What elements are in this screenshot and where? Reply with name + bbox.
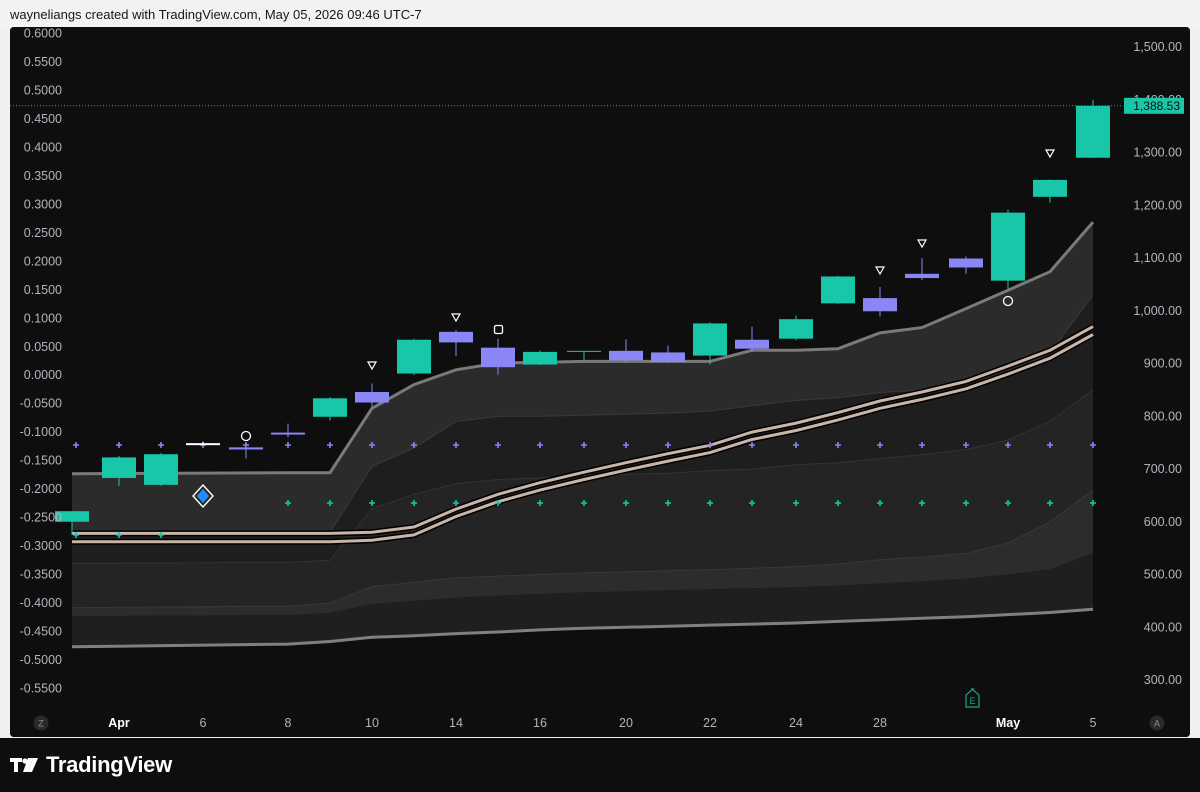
left-axis-tick-label: 0.1000 (24, 311, 62, 325)
x-axis-tick-label: 16 (533, 716, 547, 730)
left-axis-tick-label: 0.4000 (24, 141, 62, 155)
x-axis-tick-label: 28 (873, 716, 887, 730)
caption-bar: wayneliangs created with TradingView.com… (0, 0, 1200, 28)
scale-z-label: Z (38, 719, 44, 729)
left-axis-tick-label: 0.4500 (24, 112, 62, 126)
x-axis-tick-label: 20 (619, 716, 633, 730)
left-axis-tick-label: -0.1000 (20, 425, 62, 439)
left-axis-tick-label: 0.3500 (24, 169, 62, 183)
x-axis-tick-label: 8 (285, 716, 292, 730)
x-axis-tick-label: 22 (703, 716, 717, 730)
left-axis-tick-label: 0.2000 (24, 254, 62, 268)
candle-body (863, 298, 897, 312)
left-axis-tick-label: 0.0000 (24, 368, 62, 382)
tradingview-brand-label: TradingView (46, 752, 172, 777)
chart-frame[interactable]: 0.6000 0.5500 0.5000 0.4500 0.4000 0.3500 0.30… (10, 27, 1190, 737)
candle-body (144, 454, 178, 485)
candle-body (481, 347, 515, 368)
candle-body (186, 443, 220, 446)
left-axis-tick-label: -0.3500 (20, 567, 62, 581)
left-axis-tick-label: 0.2500 (24, 226, 62, 240)
left-axis-tick-label: -0.1500 (20, 454, 62, 468)
auto-scale-label: A (1154, 719, 1160, 729)
left-axis-tick-label: 0.5500 (24, 55, 62, 69)
last-price-label: 1,388.53 (1133, 99, 1180, 113)
right-axis-tick-label: 700.00 (1144, 462, 1182, 476)
caption-text: wayneliangs created with TradingView.com… (10, 7, 422, 22)
x-axis-tick-label: Apr (108, 716, 130, 730)
candle-body (693, 323, 727, 356)
candle-body (229, 447, 263, 450)
right-axis-tick-label: 1,200.00 (1133, 198, 1182, 212)
candle-body (821, 276, 855, 304)
candle-body (609, 350, 643, 361)
candle-body (439, 331, 473, 343)
candle-body (1033, 179, 1067, 197)
candle-body (1076, 105, 1110, 158)
right-axis-tick-label: 500.00 (1144, 568, 1182, 582)
candle-body (905, 273, 939, 279)
right-axis-tick-label: 1,100.00 (1133, 251, 1182, 265)
candle-body (313, 398, 347, 417)
price-chart[interactable]: 0.6000 0.5500 0.5000 0.4500 0.4000 0.3500 0.30… (10, 27, 1190, 737)
candle-body (991, 212, 1025, 281)
right-axis-tick-label: 900.00 (1144, 357, 1182, 371)
left-axis-tick-label: -0.2000 (20, 482, 62, 496)
right-axis-tick-label: 300.00 (1144, 673, 1182, 687)
left-axis-tick-label: -0.5500 (20, 681, 62, 695)
right-axis-tick-label: 600.00 (1144, 515, 1182, 529)
tradingview-logo[interactable]: TradingView (10, 752, 172, 778)
right-axis-tick-label: 800.00 (1144, 409, 1182, 423)
tradingview-logo-icon (10, 758, 38, 772)
x-axis-tick-label: 6 (200, 716, 207, 730)
left-axis-tick-label: -0.4000 (20, 596, 62, 610)
left-axis-tick-label: 0.5000 (24, 84, 62, 98)
x-axis-tick-label: 10 (365, 716, 379, 730)
x-axis-tick-label: 5 (1090, 716, 1097, 730)
right-axis-tick-label: 400.00 (1144, 620, 1182, 634)
candle-body (735, 339, 769, 349)
left-axis-tick-label: 0.3000 (24, 197, 62, 211)
candle-body (397, 339, 431, 374)
right-axis-tick-label: 1,000.00 (1133, 304, 1182, 318)
left-axis-tick-label: 0.6000 (24, 27, 62, 41)
x-axis-tick-label: 14 (449, 716, 463, 730)
left-axis-tick-label: -0.4500 (20, 624, 62, 638)
earnings-marker-label: E (969, 696, 975, 706)
left-axis-tick-label: -0.2500 (20, 511, 62, 525)
right-axis-tick-label: 1,500.00 (1133, 40, 1182, 54)
left-axis-tick-label: 0.1500 (24, 283, 62, 297)
left-axis-tick-label: 0.0500 (24, 340, 62, 354)
right-axis-tick-label: 1,300.00 (1133, 146, 1182, 160)
candle-body (523, 351, 557, 365)
left-axis-tick-label: -0.5000 (20, 653, 62, 667)
footer-bar (0, 738, 1200, 792)
candle-body (949, 258, 983, 268)
candle-body (102, 457, 136, 478)
x-axis-tick-label: May (996, 716, 1020, 730)
left-axis-tick-label: -0.0500 (20, 397, 62, 411)
x-axis-tick-label: 24 (789, 716, 803, 730)
candle-body (355, 391, 389, 403)
candle-body (651, 352, 685, 362)
candle-body (779, 319, 813, 339)
left-axis-tick-label: -0.3000 (20, 539, 62, 553)
candle-body (271, 432, 305, 435)
